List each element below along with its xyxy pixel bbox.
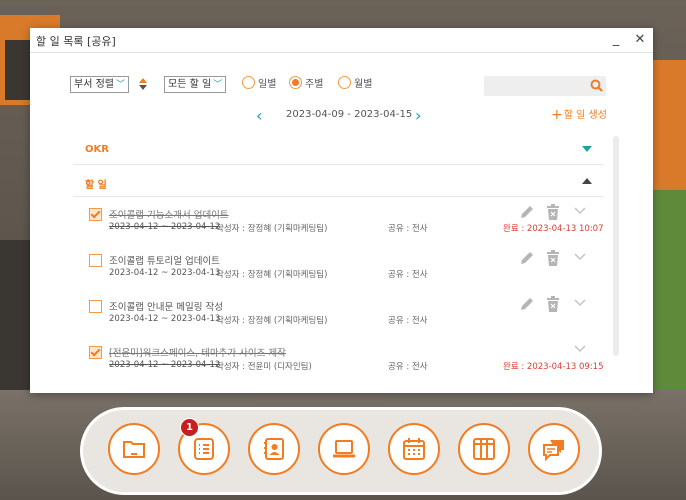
chevron-down-icon: ﹀	[213, 80, 223, 90]
lockers-icon	[473, 438, 495, 460]
task-share: 공유 : 전사	[388, 362, 428, 372]
folder-icon	[123, 441, 145, 458]
radio-circle-icon	[242, 76, 255, 89]
period-monthly-label: 월별	[354, 79, 373, 90]
period-weekly-radio[interactable]: 주별	[289, 76, 323, 92]
task-item: 조이콜랩 기능소개서 업데이트 2023-04-12 ~ 2023-04-12 …	[89, 204, 604, 244]
app-dock: 1	[80, 407, 602, 495]
dept-sort-label: 부서 정렬	[74, 79, 114, 90]
todo-section-header[interactable]: 할 일	[73, 166, 604, 197]
toolbar: 부서 정렬 ﹀ 모든 할 일 ﹀ 일별 주별 월별	[30, 76, 653, 96]
period-daily-label: 일별	[258, 79, 277, 90]
task-completed-status: 완료 : 2023-04-13 10:07	[503, 224, 604, 234]
search-input[interactable]	[484, 76, 606, 96]
task-checkbox[interactable]	[89, 208, 102, 221]
add-task-button[interactable]: +할 일 생성	[551, 106, 607, 123]
prev-week-button[interactable]: ‹	[256, 106, 262, 125]
radio-circle-icon	[338, 76, 351, 89]
plus-icon: +	[551, 107, 563, 123]
todo-list-window: 할 일 목록 [공유] _ ✕ 부서 정렬 ﹀ 모든 할 일 ﹀ 일별 주별 월별	[30, 28, 653, 393]
delete-trash-icon[interactable]	[546, 250, 560, 266]
chevron-down-icon[interactable]	[574, 345, 586, 353]
chevron-down-icon[interactable]	[574, 253, 586, 261]
notification-badge: 1	[180, 418, 199, 437]
date-navigation: ‹ 2023-04-09 - 2023-04-15 › +할 일 생성	[30, 106, 653, 125]
expand-down-icon[interactable]	[581, 145, 593, 153]
delete-trash-icon[interactable]	[546, 296, 560, 312]
task-dates: 2023-04-12 ~ 2023-04-12	[109, 222, 221, 232]
dock-calendar-button[interactable]	[388, 423, 440, 475]
collapse-up-icon[interactable]	[581, 177, 593, 185]
period-monthly-radio[interactable]: 월별	[338, 76, 372, 92]
task-author: 작성자 : 장정혜 (기획마케팅팀)	[216, 224, 328, 234]
task-item: 조이콜랩 안내문 메일링 작성 2023-04-12 ~ 2023-04-13 …	[89, 296, 589, 336]
task-item: [전윤미]워크스페이스, 테마추가 사이즈 제작 2023-04-12 ~ 20…	[89, 342, 604, 382]
task-author: 작성자 : 장정혜 (기획마케팅팀)	[216, 316, 328, 326]
task-checkbox[interactable]	[89, 254, 102, 267]
title-bar: 할 일 목록 [공유] _ ✕	[30, 28, 653, 53]
edit-pencil-icon[interactable]	[519, 296, 535, 312]
search-icon[interactable]	[590, 79, 603, 92]
okr-section-header[interactable]: OKR	[73, 134, 604, 165]
task-filter-select[interactable]: 모든 할 일 ﹀	[164, 76, 227, 93]
task-author: 작성자 : 장정혜 (기획마케팅팀)	[216, 270, 328, 280]
dock-laptop-button[interactable]	[318, 423, 370, 475]
task-dates: 2023-04-12 ~ 2023-04-13	[109, 314, 221, 324]
date-range: 2023-04-09 - 2023-04-15	[286, 109, 413, 120]
task-item: 조이콜랩 튜토리얼 업데이트 2023-04-12 ~ 2023-04-13 작…	[89, 250, 589, 290]
dock-lockers-button[interactable]	[458, 423, 510, 475]
task-title[interactable]: 조이콜랩 튜토리얼 업데이트	[109, 253, 220, 267]
sort-order-icon[interactable]	[138, 76, 148, 92]
task-share: 공유 : 전사	[388, 316, 428, 326]
task-author: 작성자 : 전윤미 (디자인팀)	[216, 362, 312, 372]
laptop-icon	[333, 440, 355, 458]
next-week-button[interactable]: ›	[415, 106, 421, 125]
close-button[interactable]: ✕	[630, 30, 650, 50]
task-dates: 2023-04-12 ~ 2023-04-12	[109, 360, 221, 370]
task-checkbox[interactable]	[89, 300, 102, 313]
calendar-icon	[403, 438, 425, 460]
period-weekly-label: 주별	[305, 79, 324, 90]
dock-chat-button[interactable]	[528, 423, 580, 475]
task-share: 공유 : 전사	[388, 270, 428, 280]
task-title[interactable]: [전윤미]워크스페이스, 테마추가 사이즈 제작	[109, 345, 286, 359]
task-filter-label: 모든 할 일	[168, 79, 212, 90]
contacts-icon	[264, 438, 284, 460]
dock-folder-button[interactable]	[108, 423, 160, 475]
todo-list-icon	[194, 438, 214, 460]
chevron-down-icon[interactable]	[574, 207, 586, 215]
minimize-button[interactable]: _	[606, 30, 626, 50]
task-title[interactable]: 조이콜랩 안내문 메일링 작성	[109, 299, 223, 313]
task-share: 공유 : 전사	[388, 224, 428, 234]
chevron-down-icon: ﹀	[115, 80, 125, 90]
task-completed-status: 완료 : 2023-04-13 09:15	[503, 362, 604, 372]
scrollbar[interactable]	[613, 136, 619, 356]
add-task-label: 할 일 생성	[563, 110, 607, 121]
task-checkbox[interactable]	[89, 346, 102, 359]
period-daily-radio[interactable]: 일별	[242, 76, 276, 92]
task-title[interactable]: 조이콜랩 기능소개서 업데이트	[109, 207, 229, 221]
edit-pencil-icon[interactable]	[519, 204, 535, 220]
chevron-down-icon[interactable]	[574, 299, 586, 307]
dock-contacts-button[interactable]	[248, 423, 300, 475]
chat-icon	[543, 440, 564, 461]
delete-trash-icon[interactable]	[546, 204, 560, 220]
todo-section-label: 할 일	[85, 180, 107, 191]
radio-selected-icon	[289, 76, 302, 89]
edit-pencil-icon[interactable]	[519, 250, 535, 266]
okr-section-label: OKR	[85, 144, 109, 155]
task-dates: 2023-04-12 ~ 2023-04-13	[109, 268, 221, 278]
dept-sort-select[interactable]: 부서 정렬 ﹀	[70, 76, 129, 93]
window-title: 할 일 목록 [공유]	[36, 35, 116, 48]
